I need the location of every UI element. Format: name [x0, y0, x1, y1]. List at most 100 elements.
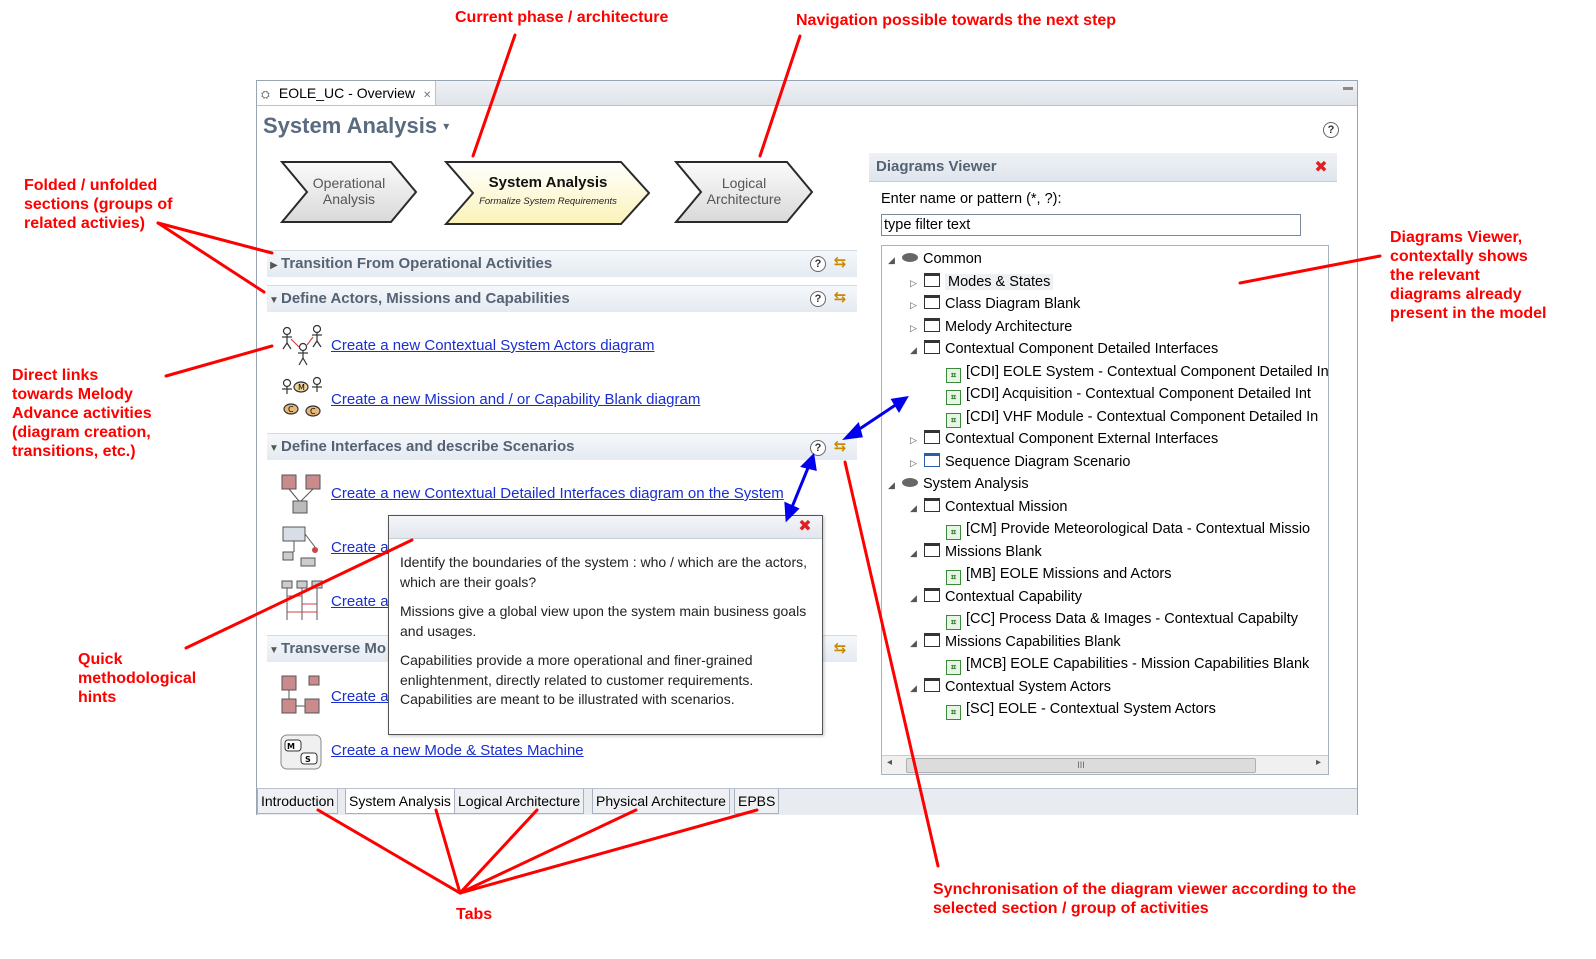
collapse-arrow-icon[interactable]: ◢ [910, 339, 922, 361]
folder-icon [924, 587, 940, 602]
phase-system-analysis[interactable]: System Analysis Formalize System Require… [443, 159, 653, 227]
tree-item[interactable]: ◢ System Analysis [888, 473, 1029, 495]
collapse-arrow-icon[interactable]: ▼ [267, 436, 281, 462]
section-actors-missions[interactable]: ▼ Define Actors, Missions and Capabilitie… [267, 285, 857, 312]
tab-epbs[interactable]: EPBS [734, 789, 780, 814]
tab-logical-architecture[interactable]: Logical Architecture [454, 789, 585, 814]
annotation-tabs: Tabs [456, 906, 493, 923]
close-icon[interactable]: ✖ [1314, 160, 1328, 176]
create-diagram-link[interactable]: Create a [331, 593, 389, 610]
tree-item[interactable]: ⌗ [CM] Provide Meteorological Data - Cont… [932, 518, 1310, 540]
create-diagram-link[interactable]: Create a [331, 688, 389, 705]
tree-item-label: Melody Architecture [945, 318, 1073, 335]
tree-item[interactable]: ◢ Missions Capabilities Blank [910, 631, 1121, 653]
filter-input[interactable] [881, 214, 1301, 236]
expand-arrow-icon[interactable]: ▷ [910, 294, 922, 316]
tree-item[interactable]: ⌗ [MB] EOLE Missions and Actors [932, 563, 1172, 585]
tree-item[interactable]: ◢ Missions Blank [910, 541, 1042, 563]
tree-item[interactable]: ⌗ [CDI] EOLE System - Contextual Componen… [932, 361, 1328, 383]
collapse-arrow-icon[interactable]: ▼ [267, 638, 281, 664]
collapse-arrow-icon[interactable]: ◢ [910, 587, 922, 609]
collapse-arrow-icon[interactable]: ▼ [267, 288, 281, 314]
collapse-arrow-icon[interactable]: ◢ [888, 249, 900, 271]
horizontal-scrollbar[interactable]: ◂ III ▸ [882, 755, 1328, 774]
scroll-right-icon[interactable]: ▸ [1316, 757, 1321, 768]
tree-item[interactable]: ◢ Contextual Mission [910, 496, 1068, 518]
sync-icon[interactable]: ⇆ [832, 290, 848, 306]
collapse-arrow-icon[interactable]: ◢ [910, 632, 922, 654]
close-icon[interactable]: ✕ [423, 90, 431, 101]
create-interfaces-diagram-link[interactable]: Create a new Contextual Detailed Interfa… [331, 485, 784, 502]
collapse-arrow-icon[interactable]: ◢ [910, 542, 922, 564]
diagram-icon: ⌗ [946, 615, 961, 630]
sync-icon[interactable]: ⇆ [832, 255, 848, 271]
scroll-left-icon[interactable]: ◂ [887, 757, 892, 768]
expand-arrow-icon[interactable]: ▷ [910, 452, 922, 474]
tab-physical-architecture[interactable]: Physical Architecture [592, 789, 730, 814]
hint-text: Identify the boundaries of the system : … [400, 554, 807, 590]
minimize-icon[interactable] [1343, 87, 1353, 90]
help-icon[interactable]: ? [810, 256, 826, 272]
diagram-icon: ⌗ [946, 570, 961, 585]
create-mode-states-link[interactable]: Create a new Mode & States Machine [331, 742, 584, 759]
tree-item[interactable]: ▷ Modes & States [910, 271, 1054, 294]
phase-operational-analysis[interactable]: Operational Analysis [279, 159, 419, 225]
annotation-line: sections (groups of [24, 196, 173, 213]
expand-arrow-icon[interactable]: ▷ [910, 317, 922, 339]
tab-system-analysis[interactable]: System Analysis [345, 789, 455, 814]
transverse-diagram-icon [279, 673, 325, 717]
tree-item[interactable]: ⌗ [CDI] Acquisition - Contextual Componen… [932, 383, 1311, 405]
diagrams-viewer-header: Diagrams Viewer [869, 153, 1337, 182]
close-icon[interactable]: ✖ [798, 519, 812, 535]
annotation-current-phase: Current phase / architecture [455, 9, 669, 26]
scrollbar-thumb[interactable]: III [906, 758, 1256, 773]
sync-icon[interactable]: ⇆ [832, 641, 848, 657]
diagram-tree[interactable]: ◂ III ▸ ◢ Common ▷ Modes & States ▷ Class Dia… [881, 245, 1329, 775]
help-icon[interactable]: ? [810, 440, 826, 456]
create-diagram-link[interactable]: Create a [331, 539, 389, 556]
tree-item[interactable]: ▷ Class Diagram Blank [910, 293, 1080, 315]
create-actors-diagram-link[interactable]: Create a new Contextual System Actors di… [331, 337, 654, 354]
viewpoint-icon [902, 478, 918, 487]
tree-item[interactable]: ◢ Contextual System Actors [910, 676, 1111, 698]
tree-item[interactable]: ◢ Common [888, 248, 982, 270]
tree-item[interactable]: ⌗ [MCB] EOLE Capabilities - Mission Capab… [932, 653, 1309, 675]
tree-item[interactable]: ⌗ [CC] Process Data & Images - Contextual… [932, 608, 1298, 630]
collapse-arrow-icon[interactable]: ◢ [888, 474, 900, 496]
collapse-arrow-icon[interactable]: ◢ [910, 677, 922, 699]
tree-item[interactable]: ◢ Contextual Capability [910, 586, 1082, 608]
tree-item[interactable]: ▷ Sequence Diagram Scenario [910, 451, 1130, 473]
help-icon[interactable]: ? [810, 291, 826, 307]
section-interfaces-scenarios[interactable]: ▼ Define Interfaces and describe Scenario… [267, 433, 857, 460]
expand-arrow-icon[interactable]: ▷ [910, 272, 922, 294]
phase-logical-architecture[interactable]: Logical Architecture [673, 159, 815, 225]
annotation-line: Quick [78, 651, 123, 668]
annotation-line: (diagram creation, [12, 424, 151, 441]
tree-item[interactable]: ⌗ [SC] EOLE - Contextual System Actors [932, 698, 1216, 720]
diagram-icon: ⌗ [946, 390, 961, 405]
annotation-sync: Synchronisation of the diagram viewer ac… [933, 880, 1356, 918]
tree-item[interactable]: ◢ Contextual Component Detailed Interface… [910, 338, 1218, 360]
tree-item[interactable]: ▷ Melody Architecture [910, 316, 1072, 338]
section-title: Define Actors, Missions and Capabilities [281, 290, 570, 307]
page-title[interactable]: System Analysis ▾ [263, 113, 449, 139]
tab-introduction[interactable]: Introduction [257, 789, 339, 814]
annotation-line: Advance activities [12, 405, 152, 422]
help-icon[interactable]: ? [1323, 122, 1339, 138]
page-title-label: System Analysis [263, 113, 438, 138]
tree-item[interactable]: ⌗ [CDI] VHF Module - Contextual Component… [932, 406, 1318, 428]
expand-arrow-icon[interactable]: ▷ [910, 429, 922, 451]
tree-item-label: Class Diagram Blank [945, 296, 1081, 312]
phase-label: Operational [312, 175, 386, 191]
svg-text:S: S [305, 755, 311, 764]
annotation-line: Diagrams Viewer, [1390, 229, 1523, 246]
expand-arrow-icon[interactable]: ▶ [267, 253, 281, 279]
annotation-line: methodological [78, 670, 197, 687]
create-mission-diagram-link[interactable]: Create a new Mission and / or Capability… [331, 391, 700, 408]
collapse-arrow-icon[interactable]: ◢ [910, 497, 922, 519]
editor-tab[interactable]: ⛭ EOLE_UC - Overview ✕ [257, 81, 436, 105]
tree-item[interactable]: ▷ Contextual Component External Interface… [910, 428, 1218, 450]
sync-icon[interactable]: ⇆ [832, 439, 848, 455]
folder-icon [924, 340, 940, 354]
section-transition[interactable]: ▶ Transition From Operational Activities [267, 250, 857, 277]
